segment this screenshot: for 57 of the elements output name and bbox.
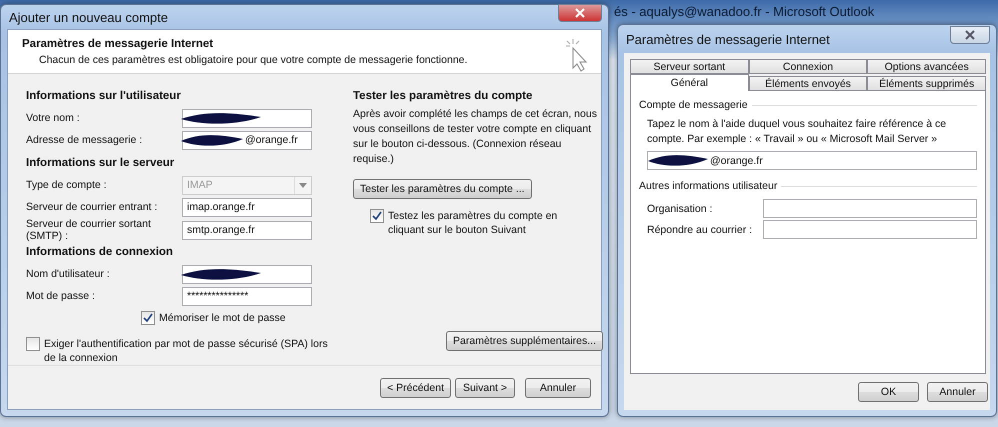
group-heading: Compte de messagerie	[639, 99, 748, 111]
footer-button[interactable]: Suivant >	[455, 378, 515, 398]
tab[interactable]: Connexion	[748, 59, 868, 74]
input-field[interactable]: @orange.fr	[182, 130, 312, 150]
field-label: Mot de passe :	[26, 290, 96, 302]
checkbox-label: Testez les paramètres du compte en cliquant sur le bouton Suivant	[388, 209, 558, 237]
field-label: Adresse de messagerie :	[26, 134, 144, 146]
checkbox[interactable]	[370, 209, 384, 223]
checkbox-label: Exiger l'authentification par mot de passe sécurisé (SPA) lors de la connexion	[44, 337, 329, 365]
window-title: Ajouter un nouveau compte	[8, 10, 168, 24]
tab[interactable]: Général	[630, 74, 749, 91]
field-label: Nom d'utilisateur :	[26, 268, 111, 280]
group-heading: Autres informations utilisateur	[639, 180, 778, 192]
input-field[interactable]: ***************	[182, 286, 312, 306]
account-description: Tapez le nom à l'aide duquel vous souhaitez faire référence à ce compte. Par exemple : « Travail » ou « Microsoft Mail Server »	[647, 117, 948, 147]
caret-icon	[299, 182, 307, 188]
field-label: Répondre au courrier :	[647, 224, 754, 236]
input-field[interactable]: smtp.orange.fr	[182, 220, 312, 240]
section-heading: Informations de connexion	[26, 246, 174, 258]
input-field[interactable]	[182, 108, 312, 128]
checkbox-label: Mémoriser le mot de passe	[159, 311, 286, 325]
input-field[interactable]: @orange.fr	[647, 151, 977, 170]
tab[interactable]: Éléments supprimés	[867, 76, 986, 91]
check-icon	[372, 211, 382, 221]
input-field[interactable]: imap.orange.fr	[182, 198, 312, 216]
section-heading: Informations sur le serveur	[26, 157, 176, 169]
section-heading: Informations sur l'utilisateur	[26, 90, 182, 102]
window-title: és - aqualys@wanadoo.fr - Microsoft Outlook	[614, 4, 874, 19]
field-label: Votre nom :	[26, 112, 81, 124]
check-icon	[143, 313, 153, 323]
footer-button[interactable]: Annuler	[525, 378, 591, 398]
field-label: Type de compte :	[26, 179, 108, 191]
field-label: Organisation :	[647, 202, 714, 214]
field-label: Serveur de courrier entrant :	[26, 201, 158, 213]
test-settings-button[interactable]: Tester les paramètres du compte ...	[353, 179, 532, 199]
test-description: Après avoir complété les champs de cet écran, nous vous conseillons de tester votre compte en cliquant sur le bouton ci-dessous. (Connexion réseau requise.)	[353, 107, 598, 167]
dialog-button[interactable]: Annuler	[927, 382, 988, 402]
input-field[interactable]	[763, 220, 977, 239]
tab[interactable]: Serveur sortant	[630, 59, 749, 74]
header-title: Paramètres de messagerie Internet	[22, 38, 214, 50]
tab[interactable]: Options avancées	[867, 59, 986, 74]
footer-button[interactable]: < Précédent	[380, 378, 451, 398]
header-subtitle: Chacun de ces paramètres est obligatoire pour que votre compte de messagerie fonctionne.	[38, 54, 468, 66]
input-field[interactable]	[763, 199, 977, 218]
close-icon	[575, 8, 585, 18]
tab[interactable]: Éléments envoyés	[748, 76, 868, 91]
section-heading: Tester les paramètres du compte	[353, 90, 534, 102]
close-icon	[965, 30, 975, 40]
field-label: Serveur de courrier sortant (SMTP) :	[26, 218, 152, 242]
window-title: Paramètres de messagerie Internet	[625, 32, 830, 46]
more-settings-button[interactable]: Paramètres supplémentaires...	[446, 331, 603, 351]
checkbox[interactable]	[141, 311, 155, 325]
dialog-button[interactable]: OK	[858, 382, 919, 402]
input-field[interactable]	[182, 264, 312, 284]
checkbox[interactable]	[26, 337, 40, 351]
close-button[interactable]	[558, 4, 602, 22]
close-button[interactable]	[950, 26, 990, 44]
